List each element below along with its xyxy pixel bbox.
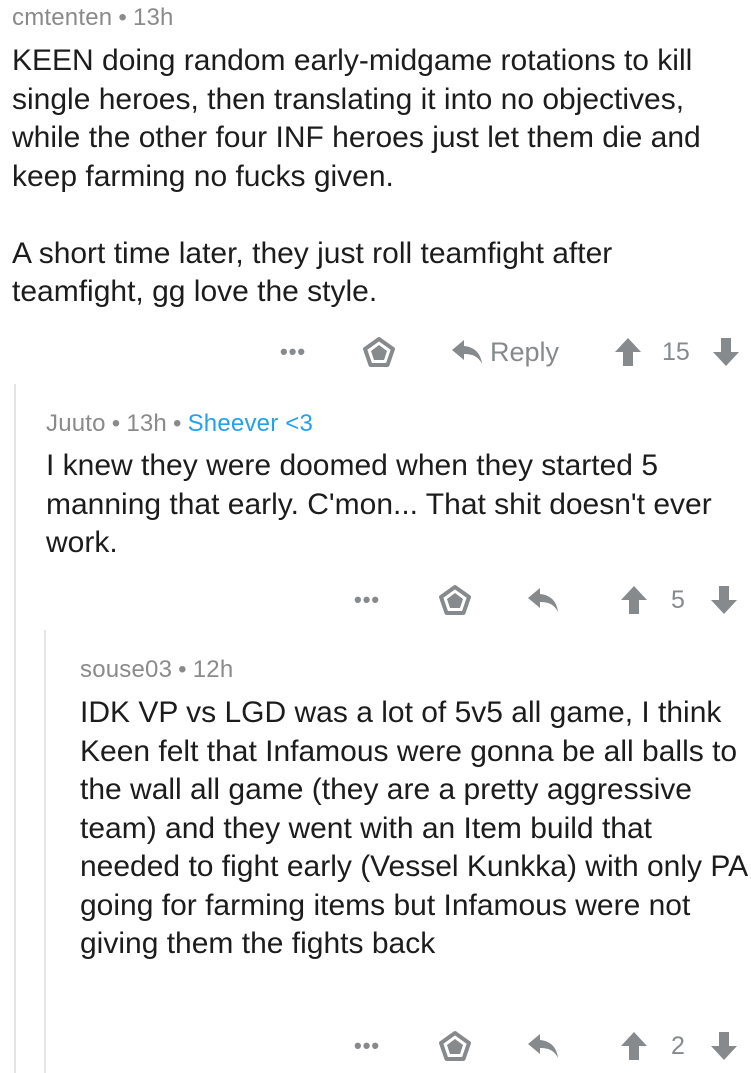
comment-body: I knew they were doomed when they starte… bbox=[46, 447, 746, 563]
downvote-button[interactable] bbox=[710, 580, 738, 620]
reply-button[interactable] bbox=[526, 1026, 560, 1066]
score-value: 2 bbox=[671, 1031, 685, 1060]
meta-separator: • bbox=[178, 656, 187, 683]
upvote-arrow-icon bbox=[615, 338, 641, 366]
more-dots-icon: ••• bbox=[280, 339, 307, 364]
reply-label: Reply bbox=[490, 336, 560, 367]
save-button[interactable] bbox=[362, 332, 396, 372]
upvote-button[interactable] bbox=[620, 580, 648, 620]
comment-meta: souse03 • 12h bbox=[80, 656, 233, 684]
comment-paragraph: KEEN doing random early-midgame rotation… bbox=[12, 44, 701, 193]
score-value: 15 bbox=[662, 337, 690, 366]
meta-separator: • bbox=[111, 410, 121, 437]
save-button[interactable] bbox=[438, 1026, 472, 1066]
comment-body: IDK VP vs LGD was a lot of 5v5 all game,… bbox=[80, 694, 751, 964]
username[interactable]: cmtenten bbox=[12, 4, 112, 31]
score-value: 5 bbox=[671, 585, 685, 614]
username[interactable]: souse03 bbox=[80, 656, 172, 683]
comment-cmtenten: cmtenten • 13h KEEN doing random early-mid… bbox=[0, 0, 751, 384]
comment-paragraph: I knew they were doomed when they starte… bbox=[46, 449, 712, 559]
comment-body: KEEN doing random early-midgame rotation… bbox=[12, 42, 742, 312]
comment-paragraph: IDK VP vs LGD was a lot of 5v5 all game,… bbox=[80, 696, 747, 960]
comment-actions: ••• 5 bbox=[2, 580, 751, 620]
timestamp: 13h bbox=[126, 410, 167, 437]
score: 2 bbox=[671, 1026, 685, 1066]
pentagon-save-icon bbox=[363, 337, 395, 367]
save-button[interactable] bbox=[438, 580, 472, 620]
pentagon-save-icon bbox=[439, 585, 471, 615]
reply-button[interactable]: Reply bbox=[450, 332, 559, 372]
pentagon-save-icon bbox=[439, 1031, 471, 1061]
downvote-button[interactable] bbox=[710, 1026, 738, 1066]
comment-actions: ••• Reply 15 bbox=[0, 332, 751, 372]
more-button[interactable]: ••• bbox=[354, 580, 380, 620]
upvote-button[interactable] bbox=[620, 1026, 648, 1066]
reply-arrow-icon bbox=[452, 340, 482, 364]
more-dots-icon: ••• bbox=[354, 587, 381, 612]
comment-meta: Juuto • 13h • Sheever <3 bbox=[46, 410, 313, 438]
meta-separator: • bbox=[118, 4, 127, 31]
more-button[interactable]: ••• bbox=[354, 1026, 380, 1066]
downvote-button[interactable] bbox=[712, 332, 740, 372]
score: 15 bbox=[662, 332, 690, 372]
comment-paragraph: A short time later, they just roll teamf… bbox=[12, 236, 613, 309]
timestamp: 13h bbox=[132, 4, 174, 31]
timestamp: 12h bbox=[192, 656, 234, 683]
more-dots-icon: ••• bbox=[354, 1033, 381, 1058]
comment-souse03: souse03 • 12h IDK VP vs LGD was a lot of 5… bbox=[44, 630, 751, 1073]
score: 5 bbox=[671, 580, 685, 620]
reply-button[interactable] bbox=[526, 580, 560, 620]
username[interactable]: Juuto bbox=[46, 410, 106, 437]
meta-separator: • bbox=[172, 410, 182, 437]
reply-arrow-icon bbox=[528, 588, 558, 612]
upvote-arrow-icon bbox=[621, 586, 647, 614]
comment-actions: ••• 2 bbox=[2, 1026, 751, 1066]
downvote-arrow-icon bbox=[711, 1032, 737, 1060]
more-button[interactable]: ••• bbox=[280, 332, 306, 372]
reply-arrow-icon bbox=[528, 1034, 558, 1058]
comment-meta: cmtenten • 13h bbox=[12, 4, 174, 32]
user-flair: Sheever <3 bbox=[187, 410, 314, 437]
downvote-arrow-icon bbox=[713, 338, 739, 366]
upvote-arrow-icon bbox=[621, 1032, 647, 1060]
upvote-button[interactable] bbox=[614, 332, 642, 372]
comment-thread: cmtenten • 13h KEEN doing random early-mid… bbox=[0, 0, 751, 1073]
downvote-arrow-icon bbox=[711, 586, 737, 614]
